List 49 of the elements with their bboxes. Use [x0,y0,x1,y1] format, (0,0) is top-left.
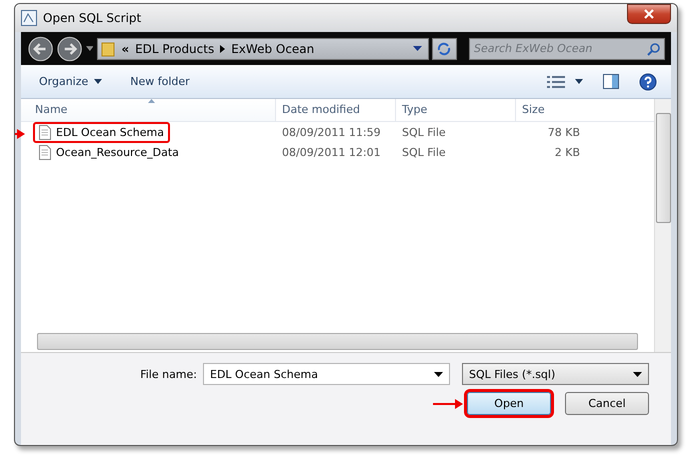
column-header[interactable]: Type [396,99,516,121]
open-button[interactable]: Open [467,392,551,415]
file-type-dropdown[interactable]: SQL Files (*.sql) [462,363,649,385]
new-folder-button[interactable]: New folder [130,75,190,88]
date-cell-text: 08/09/2011 12:01 [281,146,382,158]
app-icon [21,10,37,26]
history-caret-icon[interactable] [86,46,94,52]
preview-pane-icon[interactable] [603,74,619,89]
file-name-label: File name: [140,368,197,380]
refresh-button[interactable] [432,38,457,60]
search-icon [647,42,660,56]
column-header[interactable]: Date modified [276,99,396,121]
sort-arrow-icon [148,99,155,103]
type-cell-text: SQL File [401,126,447,138]
breadcrumb[interactable]: EDL Products [135,42,214,56]
file-name[interactable]: Ocean_Resource_Data [33,142,185,162]
horizontal-scrollbar[interactable] [37,333,638,350]
folder-icon [101,40,116,56]
close-button[interactable] [627,4,671,24]
help-icon[interactable] [639,72,657,90]
file-name-field[interactable]: EDL Ocean Schema [203,363,450,385]
cancel-button[interactable]: Cancel [565,392,649,415]
organize-menu[interactable]: Organize [39,75,88,88]
dropdown-caret-icon [633,372,642,376]
dropdown-caret-icon[interactable] [412,46,422,52]
view-list-icon[interactable] [547,76,565,88]
close-icon [644,9,654,19]
window-title: Open SQL Script [43,11,142,25]
forward-button[interactable] [56,34,84,62]
breadcrumb[interactable]: ExWeb Ocean [231,42,314,56]
caret-icon[interactable] [94,79,102,84]
refresh-icon [436,40,452,56]
size-cell-text: 78 KB [546,126,581,138]
dropdown-caret-icon[interactable] [434,372,443,376]
search-field[interactable]: Search ExWeb Ocean [469,38,665,60]
size-cell-text: 2 KB [554,146,581,158]
column-header[interactable]: Size [516,99,616,121]
back-button[interactable] [27,34,54,62]
chevron-icon [220,44,226,52]
type-cell-text: SQL File [401,146,447,158]
document-icon [39,124,51,140]
date-cell-text: 08/09/2011 11:59 [281,126,382,138]
document-icon [39,144,51,160]
column-header[interactable]: Name [21,99,276,121]
breadcrumb[interactable]: « [121,42,130,56]
arrow-annotation [433,399,463,409]
caret-icon[interactable] [575,79,583,84]
address-bar[interactable]: « EDL Products ExWeb Ocean [97,38,429,60]
vertical-scrollbar[interactable] [654,99,671,352]
